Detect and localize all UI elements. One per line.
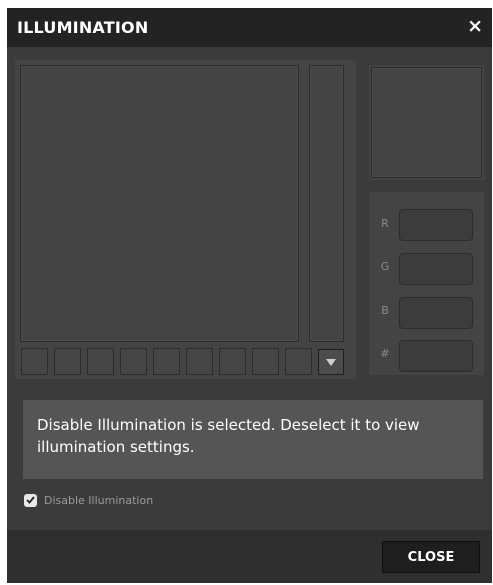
red-label: R bbox=[381, 217, 389, 230]
color-swatch[interactable] bbox=[285, 348, 312, 375]
color-swatch[interactable] bbox=[54, 348, 81, 375]
checkmark-icon bbox=[26, 496, 35, 504]
color-swatch[interactable] bbox=[219, 348, 246, 375]
dialog-footer: CLOSE bbox=[7, 530, 492, 583]
dialog-title: ILLUMINATION bbox=[17, 18, 149, 37]
illumination-dialog: ILLUMINATION × R G B # Disable Illuminat… bbox=[7, 8, 492, 583]
color-swatch[interactable] bbox=[120, 348, 147, 375]
close-button[interactable]: CLOSE bbox=[382, 541, 480, 573]
color-swatch[interactable] bbox=[87, 348, 114, 375]
color-swatch[interactable] bbox=[153, 348, 180, 375]
color-preview-panel bbox=[369, 65, 484, 180]
disabled-message-text: Disable Illumination is selected. Desele… bbox=[37, 416, 420, 456]
color-swatch[interactable] bbox=[21, 348, 48, 375]
color-saturation-field[interactable] bbox=[20, 65, 299, 342]
dialog-title-bar: ILLUMINATION × bbox=[7, 8, 492, 47]
color-swatch[interactable] bbox=[252, 348, 279, 375]
close-icon[interactable]: × bbox=[467, 15, 483, 37]
color-preview bbox=[371, 67, 482, 178]
blue-label: B bbox=[381, 304, 389, 317]
hue-slider[interactable] bbox=[309, 65, 344, 342]
disabled-message-box: Disable Illumination is selected. Desele… bbox=[23, 400, 483, 479]
blue-input[interactable] bbox=[399, 297, 473, 329]
disable-illumination-row[interactable]: Disable Illumination bbox=[24, 492, 153, 508]
hex-label: # bbox=[380, 347, 390, 360]
disable-illumination-checkbox[interactable] bbox=[24, 493, 37, 507]
disable-illumination-label: Disable Illumination bbox=[44, 493, 154, 507]
swatch-dropdown-button[interactable] bbox=[318, 349, 344, 375]
green-label: G bbox=[380, 260, 390, 273]
triangle-down-icon bbox=[326, 358, 336, 366]
hex-input[interactable] bbox=[399, 340, 473, 372]
green-input[interactable] bbox=[399, 253, 473, 285]
rgb-input-panel: R G B # bbox=[369, 192, 484, 375]
color-swatch[interactable] bbox=[186, 348, 213, 375]
red-input[interactable] bbox=[399, 209, 473, 241]
